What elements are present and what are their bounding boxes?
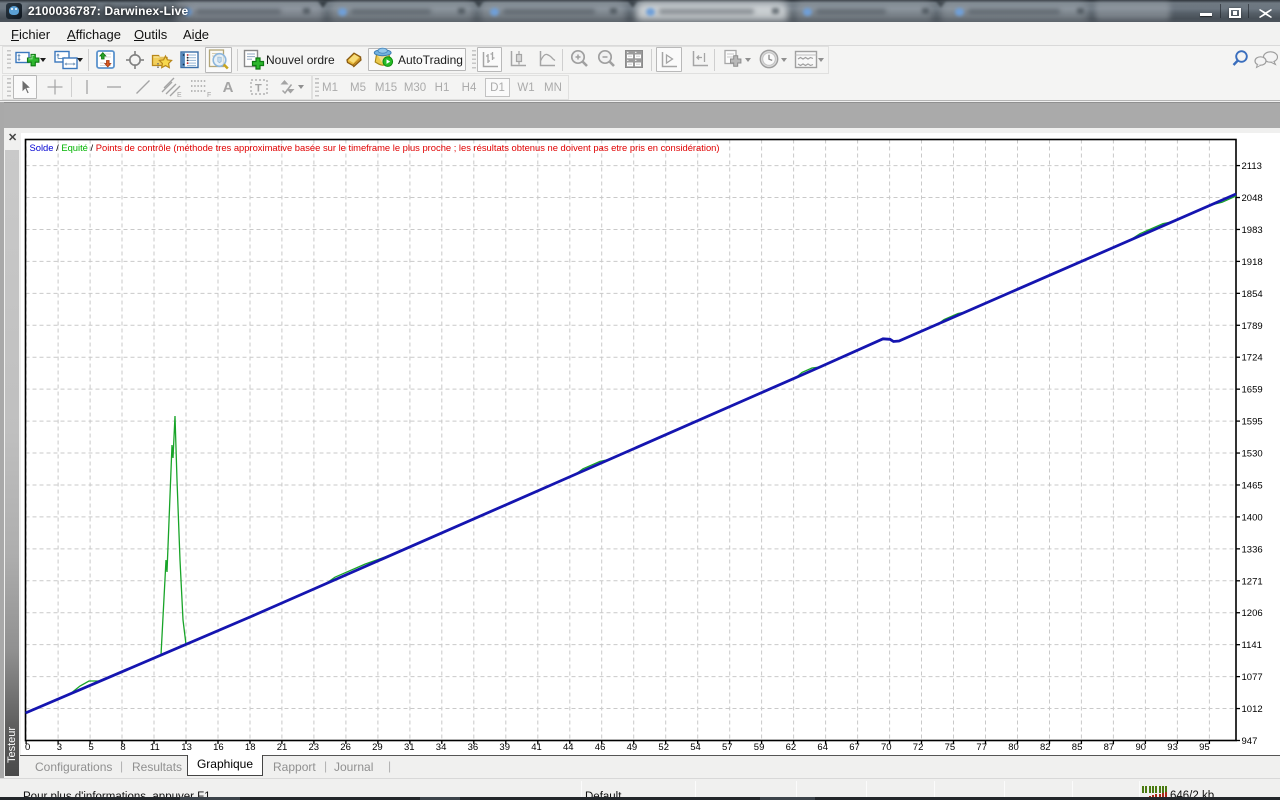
svg-text:13: 13 [181, 742, 192, 753]
svg-text:1659: 1659 [1242, 385, 1263, 396]
svg-text:77: 77 [976, 742, 987, 753]
svg-text:16: 16 [213, 742, 224, 753]
svg-text:39: 39 [499, 742, 510, 753]
svg-text:1206: 1206 [1242, 608, 1263, 619]
svg-text:64: 64 [817, 742, 828, 753]
svg-text:70: 70 [881, 742, 892, 753]
svg-text:29: 29 [372, 742, 383, 753]
svg-text:23: 23 [309, 742, 320, 753]
svg-text:44: 44 [563, 742, 574, 753]
svg-text:1789: 1789 [1242, 321, 1263, 332]
svg-text:87: 87 [1104, 742, 1115, 753]
svg-text:41: 41 [531, 742, 542, 753]
svg-text:1400: 1400 [1242, 512, 1263, 523]
svg-text:82: 82 [1040, 742, 1051, 753]
svg-text:36: 36 [468, 742, 479, 753]
svg-text:2113: 2113 [1242, 161, 1262, 172]
svg-text:3: 3 [57, 742, 62, 753]
svg-text:1141: 1141 [1242, 640, 1262, 651]
svg-text:1012: 1012 [1242, 704, 1263, 715]
svg-text:67: 67 [849, 742, 860, 753]
svg-text:T: T [255, 83, 262, 95]
svg-text:95: 95 [1199, 742, 1210, 753]
svg-text:59: 59 [754, 742, 765, 753]
svg-text:85: 85 [1072, 742, 1083, 753]
svg-text:947: 947 [1242, 736, 1258, 747]
svg-text:75: 75 [945, 742, 956, 753]
svg-text:21: 21 [277, 742, 288, 753]
svg-text:1530: 1530 [1242, 449, 1263, 460]
svg-text:Solde / Equité / Points de con: Solde / Equité / Points de contrôle (mét… [30, 142, 720, 153]
svg-text:1983: 1983 [1242, 225, 1263, 236]
svg-text:80: 80 [1008, 742, 1019, 753]
svg-text:1918: 1918 [1242, 257, 1263, 268]
svg-text:49: 49 [627, 742, 638, 753]
svg-text:1271: 1271 [1242, 576, 1263, 587]
svg-text:1465: 1465 [1242, 481, 1263, 492]
svg-text:52: 52 [658, 742, 669, 753]
svg-text:5: 5 [89, 742, 94, 753]
svg-text:72: 72 [913, 742, 924, 753]
svg-text:54: 54 [690, 742, 701, 753]
svg-text:2048: 2048 [1242, 193, 1263, 204]
svg-text:0: 0 [25, 742, 30, 753]
svg-text:E: E [177, 92, 182, 98]
svg-text:1336: 1336 [1242, 544, 1263, 555]
svg-text:18: 18 [245, 742, 256, 753]
svg-text:34: 34 [436, 742, 447, 753]
svg-text:26: 26 [340, 742, 351, 753]
svg-text:31: 31 [404, 742, 415, 753]
svg-text:62: 62 [786, 742, 797, 753]
svg-text:8: 8 [120, 742, 125, 753]
svg-text:1077: 1077 [1242, 672, 1263, 683]
svg-text:90: 90 [1136, 742, 1147, 753]
svg-text:93: 93 [1167, 742, 1178, 753]
svg-text:46: 46 [595, 742, 606, 753]
svg-text:11: 11 [150, 742, 160, 753]
svg-text:F: F [207, 92, 211, 98]
svg-text:1724: 1724 [1242, 353, 1263, 364]
svg-text:57: 57 [722, 742, 733, 753]
svg-text:1595: 1595 [1242, 417, 1263, 428]
svg-text:1854: 1854 [1242, 289, 1263, 300]
